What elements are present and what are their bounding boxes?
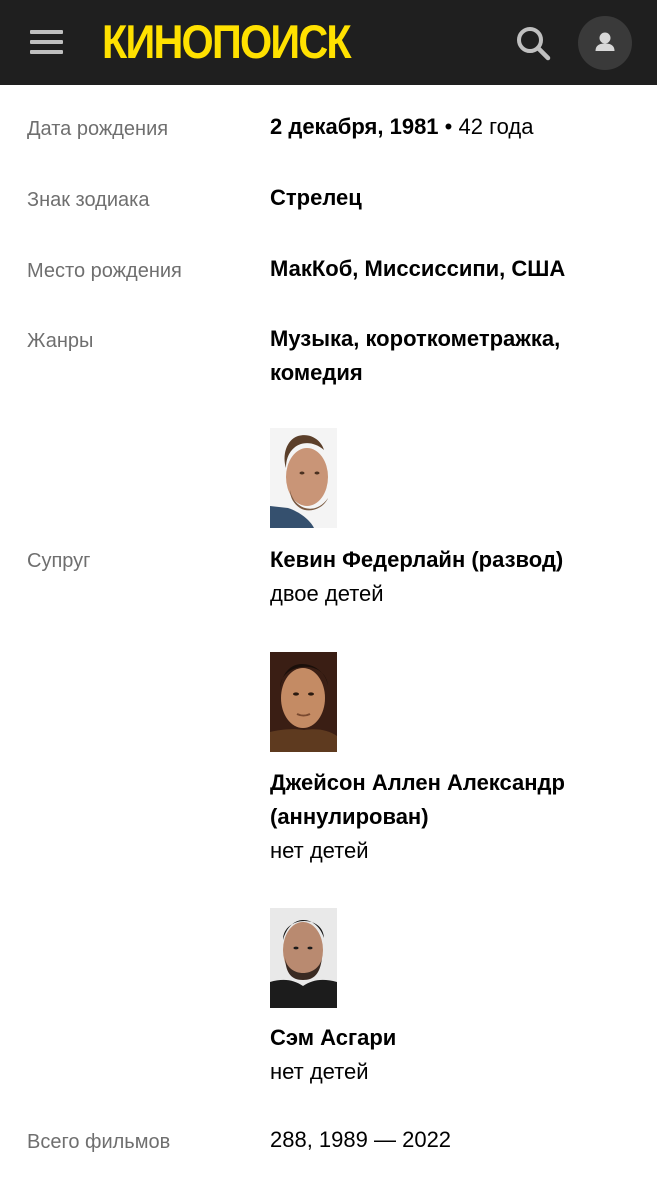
spouse-note-2: нет детей: [270, 838, 369, 863]
spouse-note-1: двое детей: [270, 581, 384, 606]
spouse-note-3: нет детей: [270, 1059, 369, 1084]
search-icon[interactable]: [514, 24, 552, 62]
birth-date-separator: •: [438, 114, 459, 139]
spouse-name-1[interactable]: Кевин Федерлайн (развод): [270, 543, 640, 577]
profile-button[interactable]: [578, 16, 632, 70]
total-films-label: Всего фильмов: [27, 1131, 171, 1153]
logo-text: КИНОПОИСК: [102, 15, 352, 68]
genres-label: Жанры: [27, 330, 94, 352]
top-navigation-bar: КИНОПОИСК: [0, 0, 657, 85]
spouse-name-3[interactable]: Сэм Асгари: [270, 1021, 640, 1055]
birth-date-label: Дата рождения: [27, 118, 169, 140]
spouse-name-2[interactable]: Джейсон Аллен Александр (аннулирован): [270, 766, 640, 834]
spouse-photo-1[interactable]: [270, 428, 337, 528]
age-text: 42 года: [458, 114, 534, 139]
birth-date-link[interactable]: 2 декабря, 1981: [270, 114, 439, 139]
user-icon: [595, 32, 615, 51]
genres-value[interactable]: Музыка, короткометражка, комедия: [270, 322, 640, 390]
total-films-value[interactable]: 288, 1989 — 2022: [270, 1123, 640, 1157]
zodiac-value[interactable]: Стрелец: [270, 181, 640, 215]
birth-date-value: 2 декабря, 1981 • 42 года: [270, 110, 640, 144]
spouse-item-2: Джейсон Аллен Александр (аннулирован) не…: [270, 766, 640, 868]
spouse-photo-3[interactable]: [270, 908, 337, 1008]
kinopoisk-logo[interactable]: КИНОПОИСК: [102, 14, 352, 70]
birthplace-label: Место рождения: [27, 260, 182, 282]
birthplace-value[interactable]: МакКоб, Миссиссипи, США: [270, 252, 640, 286]
spouse-photo-2[interactable]: [270, 652, 337, 752]
hamburger-menu-icon[interactable]: [30, 28, 64, 58]
spouse-item-3: Сэм Асгари нет детей: [270, 1021, 640, 1089]
spouse-item-1: Кевин Федерлайн (развод) двое детей: [270, 543, 640, 611]
spouse-label: Супруг: [27, 550, 91, 572]
zodiac-label: Знак зодиака: [27, 189, 150, 211]
